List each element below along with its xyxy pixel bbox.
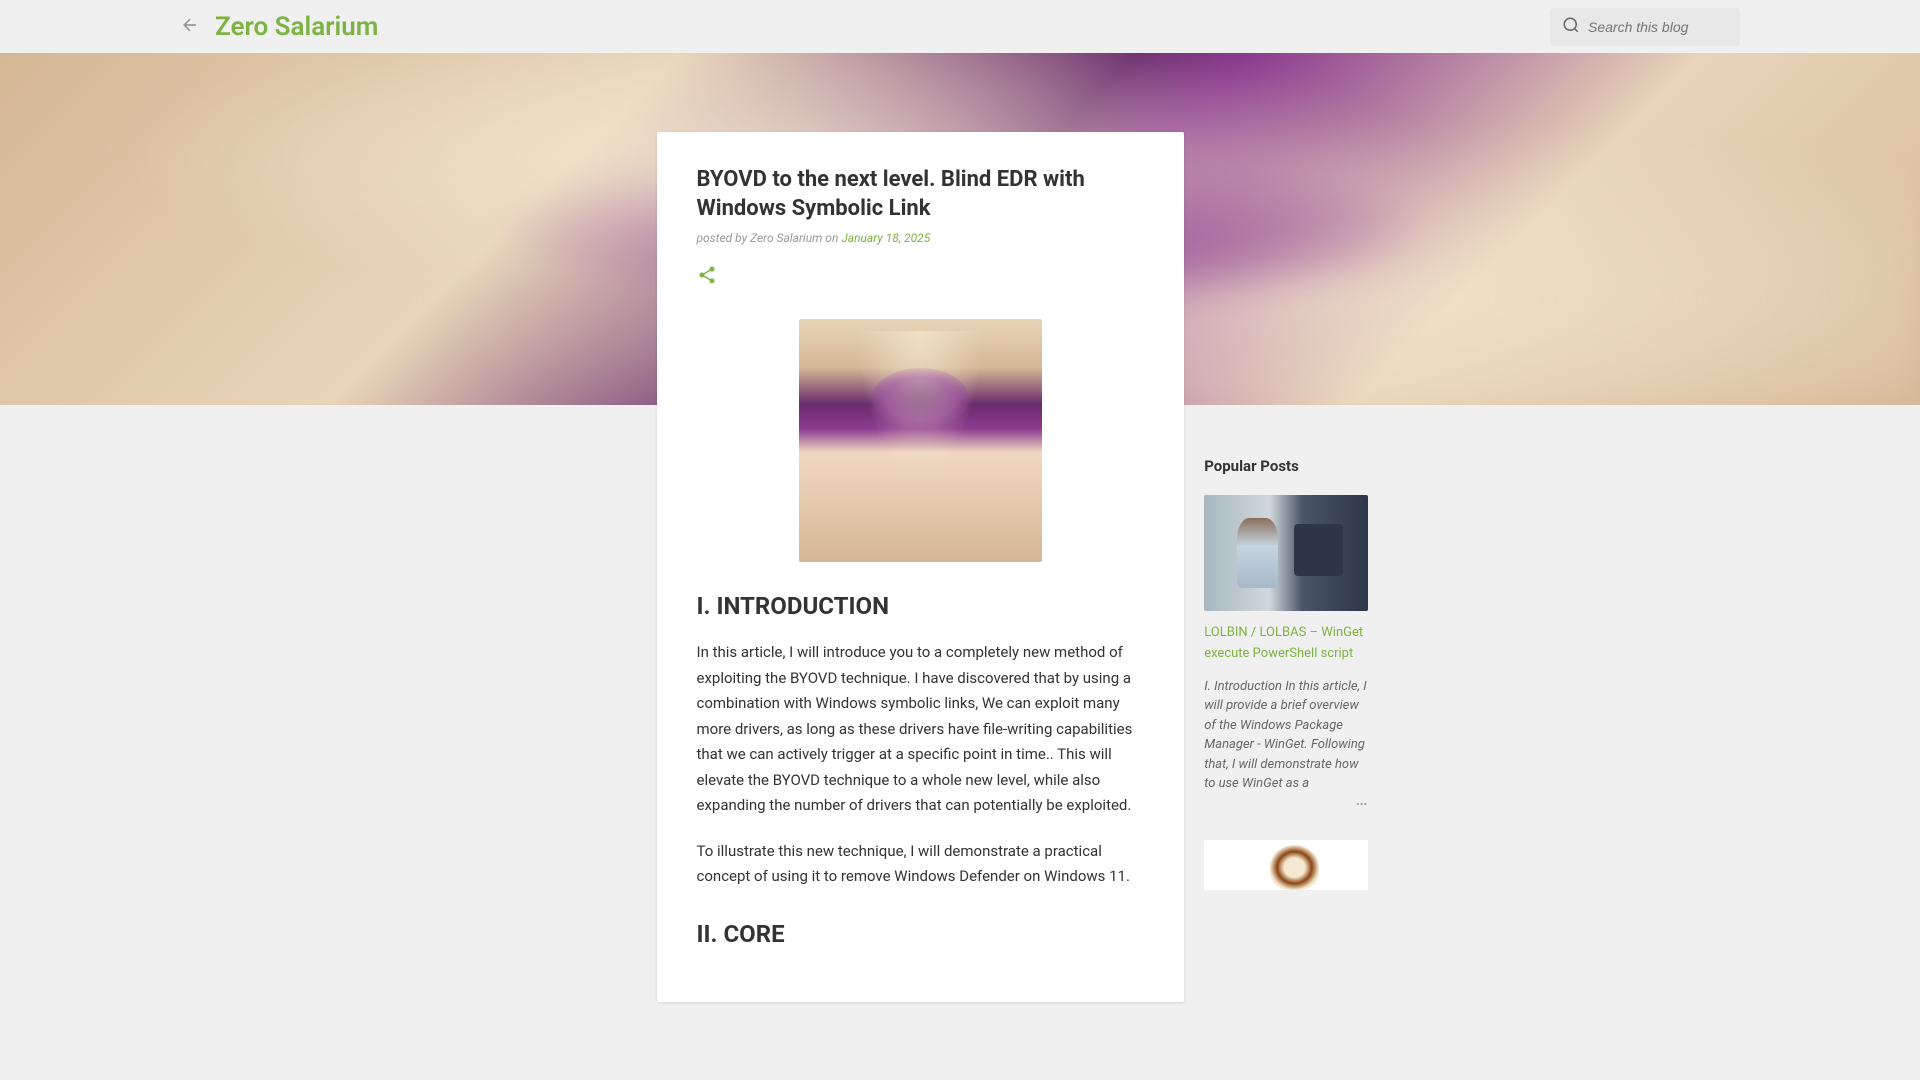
sidebar-title: Popular Posts — [1204, 457, 1367, 475]
search-icon — [1562, 16, 1580, 38]
article-title: BYOVD to the next level. Blind EDR with … — [697, 166, 1145, 223]
popular-post-image-2[interactable] — [1204, 840, 1367, 890]
back-arrow-icon[interactable] — [180, 15, 200, 39]
section-heading-intro: I. INTRODUCTION — [697, 592, 1145, 620]
article-hero-image — [799, 319, 1042, 562]
article-date[interactable]: January 18, 2025 — [841, 231, 930, 245]
popular-post-image[interactable] — [1204, 495, 1367, 611]
content-wrapper: BYOVD to the next level. Blind EDR with … — [373, 132, 1548, 1002]
article-author[interactable]: Zero Salarium — [750, 231, 822, 245]
search-input[interactable] — [1588, 19, 1728, 35]
popular-post-excerpt: I. Introduction In this article, I will … — [1204, 677, 1367, 794]
meta-prefix: posted by — [697, 231, 751, 245]
share-button[interactable] — [697, 265, 717, 289]
sidebar: Popular Posts LOLBIN / LOLBAS – WinGet e… — [1204, 457, 1367, 1002]
blog-title[interactable]: Zero Salarium — [215, 12, 1550, 42]
section-heading-core: II. CORE — [697, 920, 1145, 948]
popular-post-title[interactable]: LOLBIN / LOLBAS – WinGet execute PowerSh… — [1204, 623, 1367, 665]
search-container[interactable] — [1550, 8, 1740, 46]
article-meta: posted by Zero Salarium on January 18, 2… — [697, 231, 1145, 245]
article-paragraph: To illustrate this new technique, I will… — [697, 839, 1145, 890]
article-paragraph: In this article, I will introduce you to… — [697, 640, 1145, 819]
header-bar: Zero Salarium — [0, 0, 1920, 53]
meta-on: on — [822, 231, 841, 245]
main-article: BYOVD to the next level. Blind EDR with … — [657, 132, 1185, 1002]
